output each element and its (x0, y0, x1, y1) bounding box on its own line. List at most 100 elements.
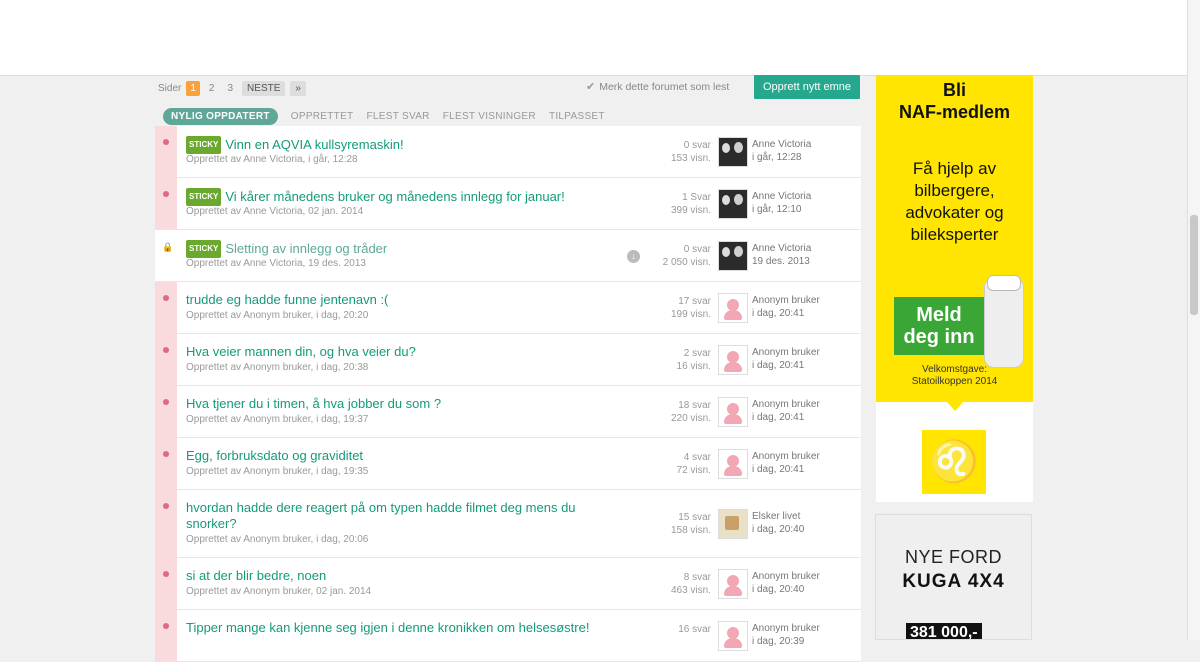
checkmark-icon: ✔ (586, 81, 596, 93)
avatar[interactable] (718, 345, 748, 375)
last-post-user-link[interactable]: Anne Victoria (752, 138, 811, 151)
topic-title-link[interactable]: hvordan hadde dere reagert på om typen h… (186, 500, 596, 532)
topic-meta: Opprettet av Anne Victoria, i går, 12:28 (186, 154, 358, 165)
topic-stats: 2 svar 16 visn. (631, 347, 711, 373)
ad-cta-line: Meld (916, 304, 962, 326)
mark-forum-read-link[interactable]: ✔ Merk dette forumet som lest (586, 80, 729, 94)
topic-meta: Opprettet av Anonym bruker, i dag, 19:35 (186, 466, 369, 477)
last-post-info: Anonym bruker i dag, 20:41 (752, 294, 820, 320)
ad-body-line: Få hjelp av (912, 159, 997, 178)
last-post-user-link[interactable]: Anonym bruker (752, 398, 820, 411)
ad-body-line: advokater og (905, 203, 1004, 222)
topic-title-link[interactable]: trudde eg hadde funne jentenavn :( (186, 292, 606, 308)
browser-top-area (0, 0, 1188, 76)
last-post-info: Elsker livet i dag, 20:40 (752, 510, 804, 536)
last-post-info: Anne Victoria i går, 12:10 (752, 190, 811, 216)
last-post-user-link[interactable]: Anonym bruker (752, 450, 820, 463)
topic-stats: 1 Svar 399 visn. (631, 191, 711, 217)
ad-signup-button[interactable]: Meld deg inn (894, 297, 984, 355)
last-post-user-link[interactable]: Anonym bruker (752, 570, 820, 583)
unread-stripe (155, 282, 177, 333)
tab-most-replies[interactable]: FLEST SVAR (366, 111, 429, 122)
topic-title-link[interactable]: Sletting av innlegg og tråder (225, 241, 387, 256)
topic-title-link[interactable]: Hva tjener du i timen, å hva jobber du s… (186, 396, 606, 412)
topic-row: si at der blir bedre, noen Opprettet av … (155, 558, 861, 610)
avatar[interactable] (718, 569, 748, 599)
page-scrollbar[interactable] (1187, 0, 1200, 640)
last-post-info: Anonym bruker i dag, 20:41 (752, 398, 820, 424)
last-post-time: 19 des. 2013 (752, 256, 810, 267)
avatar[interactable] (718, 397, 748, 427)
topic-meta: Opprettet av Anonym bruker, i dag, 20:06 (186, 534, 369, 545)
topic-title-link[interactable]: Egg, forbruksdato og graviditet (186, 448, 606, 464)
ford-advertisement[interactable]: NYE FORD KUGA 4X4 381 000,- (875, 514, 1032, 640)
naf-advertisement[interactable]: Bli NAF-medlem Få hjelp av bilbergere, a… (876, 75, 1033, 502)
topic-title-link[interactable]: Tipper mange kan kjenne seg igjen i denn… (186, 620, 626, 636)
topic-title-line: STICKY Vi kårer månedens bruker og månede… (186, 188, 606, 206)
topic-row: trudde eg hadde funne jentenavn :( Oppre… (155, 282, 861, 334)
scrollbar-thumb[interactable] (1190, 215, 1198, 315)
tab-created[interactable]: OPPRETTET (291, 111, 354, 122)
view-count: 463 visn. (670, 585, 711, 596)
sort-tabs: NYLIG OPPDATERT OPPRETTET FLEST SVAR FLE… (163, 108, 605, 125)
last-post-user-link[interactable]: Anne Victoria (752, 242, 811, 255)
page-3-link[interactable]: 3 (223, 81, 237, 96)
unread-dot-icon (163, 571, 169, 577)
last-post-user-link[interactable]: Anonym bruker (752, 622, 820, 635)
topic-row: Egg, forbruksdato og graviditet Opprette… (155, 438, 861, 490)
ad-body-line: bileksperter (910, 225, 999, 244)
tab-custom[interactable]: TILPASSET (549, 111, 605, 122)
topic-title-line: STICKY Sletting av innlegg og tråder (186, 240, 606, 258)
sticky-badge: STICKY (186, 188, 222, 206)
last-post-time: i dag, 20:40 (752, 584, 805, 595)
unread-stripe (155, 438, 177, 489)
last-post-user-link[interactable]: Anonym bruker (752, 346, 820, 359)
last-post-user-link[interactable]: Anne Victoria (752, 190, 811, 203)
last-post-user-link[interactable]: Elsker livet (752, 510, 804, 523)
topic-row: STICKY Vinn en AQVIA kullsyremaskin! Oppr… (155, 126, 861, 178)
last-post-user-link[interactable]: Anonym bruker (752, 294, 820, 307)
avatar[interactable] (718, 241, 748, 271)
last-post-info: Anne Victoria i går, 12:28 (752, 138, 811, 164)
ad-ford-price: 381 000,- (906, 623, 982, 639)
ad-gift-text: Velkomstgave: Statoilkoppen 2014 (876, 364, 1033, 388)
reply-count: 4 svar (683, 452, 711, 463)
reply-count: 16 svar (678, 624, 711, 635)
avatar[interactable] (718, 509, 748, 539)
naf-lion-logo-icon: ♌ (922, 430, 986, 494)
avatar[interactable] (718, 293, 748, 323)
ad-body: Få hjelp av bilbergere, advokater og bil… (876, 158, 1033, 246)
ad-gift-line: Statoilkoppen 2014 (911, 376, 998, 387)
page-1-link[interactable]: 1 (186, 80, 200, 96)
next-page-button[interactable]: NESTE (242, 80, 286, 96)
topic-title-link[interactable]: Hva veier mannen din, og hva veier du? (186, 344, 606, 360)
topic-stats: 15 svar 158 visn. (631, 511, 711, 537)
topic-row: Hva tjener du i timen, å hva jobber du s… (155, 386, 861, 438)
new-topic-button[interactable]: Opprett nytt emne (754, 75, 860, 99)
unread-dot-icon (163, 503, 169, 509)
avatar[interactable] (718, 621, 748, 651)
avatar[interactable] (718, 189, 748, 219)
view-count: 220 visn. (670, 413, 711, 424)
page-2-link[interactable]: 2 (205, 81, 219, 96)
topic-row: Hva veier mannen din, og hva veier du? O… (155, 334, 861, 386)
topic-title-link[interactable]: Vi kårer månedens bruker og månedens inn… (225, 189, 564, 204)
unread-dot-icon (163, 347, 169, 353)
pager-label: Sider (158, 82, 182, 94)
topic-stats: 17 svar 199 visn. (631, 295, 711, 321)
view-count: 72 visn. (676, 465, 711, 476)
avatar[interactable] (718, 449, 748, 479)
ad-gift-line: Velkomstgave: (921, 364, 988, 375)
topic-stats: 16 svar (631, 623, 711, 636)
view-count: 399 visn. (670, 205, 711, 216)
unread-dot-icon (163, 623, 169, 629)
topic-title-link[interactable]: si at der blir bedre, noen (186, 568, 606, 584)
tab-recently-updated[interactable]: NYLIG OPPDATERT (163, 108, 278, 125)
avatar[interactable] (718, 137, 748, 167)
last-post-time: i dag, 20:41 (752, 464, 805, 475)
unread-stripe (155, 178, 177, 229)
topic-meta: Opprettet av Anonym bruker, i dag, 19:37 (186, 414, 369, 425)
topic-title-link[interactable]: Vinn en AQVIA kullsyremaskin! (225, 137, 403, 152)
tab-most-views[interactable]: FLEST VISNINGER (443, 111, 536, 122)
more-pages-button[interactable]: » (290, 80, 306, 96)
